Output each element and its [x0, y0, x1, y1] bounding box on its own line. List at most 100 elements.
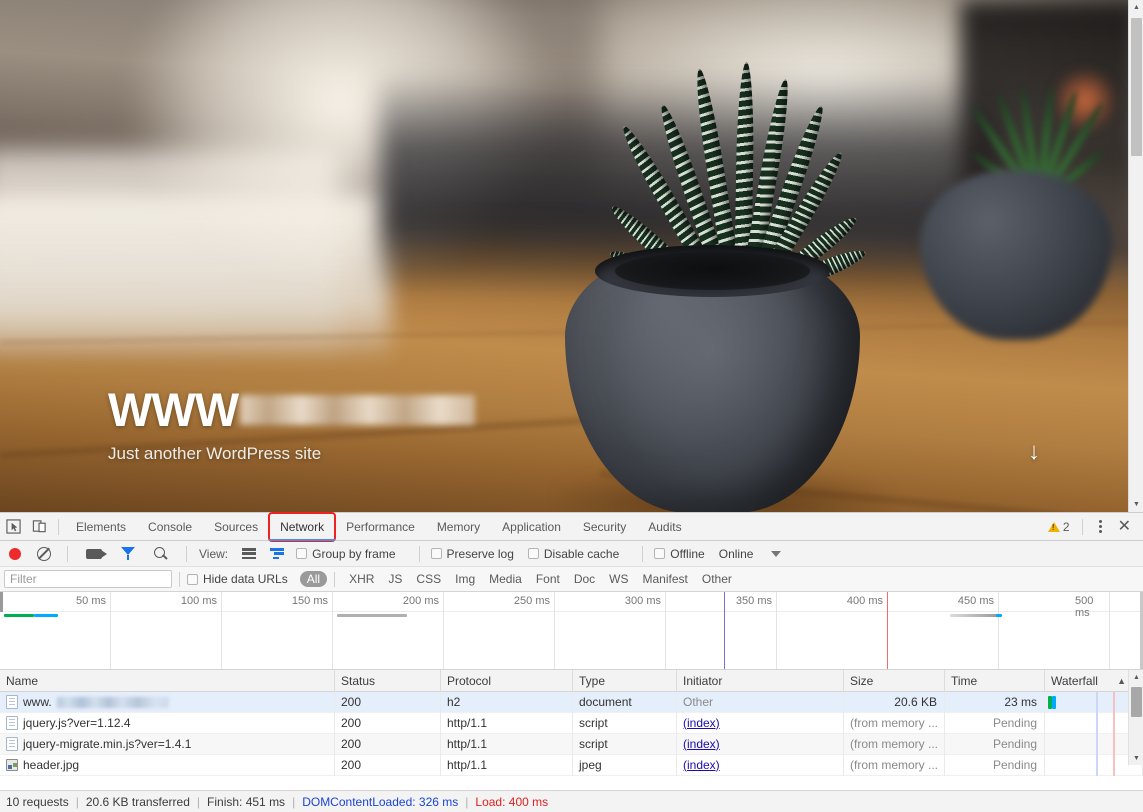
tab-network[interactable]: Network — [268, 511, 337, 542]
axis-tick-label: 300 ms — [624, 595, 661, 607]
request-time: Pending — [945, 712, 1045, 734]
column-header-time[interactable]: Time — [945, 669, 1045, 692]
table-row[interactable]: www. 200 h2 document Other 20.6 KB 23 ms — [0, 691, 1143, 713]
tab-security[interactable]: Security — [572, 513, 637, 541]
overview-left-handle[interactable] — [0, 592, 3, 612]
request-initiator[interactable]: (index) — [677, 754, 844, 776]
page-scrollbar-thumb[interactable] — [1131, 18, 1142, 156]
close-icon[interactable]: ✕ — [1112, 518, 1137, 535]
column-header-size[interactable]: Size — [844, 669, 945, 692]
page-viewport: WWW Just another WordPress site ↓ ▲ ▼ — [0, 0, 1143, 512]
filter-funnel-icon[interactable] — [121, 547, 135, 560]
request-name-redacted-block — [56, 696, 169, 708]
toolbar-divider — [186, 545, 187, 562]
request-name: jquery.js?ver=1.12.4 — [23, 715, 131, 730]
table-scrollbar[interactable]: ▲ ▼ — [1128, 670, 1143, 765]
preserve-log-checkbox[interactable]: Preserve log — [430, 547, 514, 561]
list-view-icon[interactable] — [242, 548, 257, 559]
request-name-cell[interactable]: www. — [0, 691, 335, 713]
load-event-marker — [887, 592, 888, 669]
request-name-cell[interactable]: header.jpg — [0, 754, 335, 776]
type-filter-other[interactable]: Other — [695, 571, 739, 587]
disable-cache-checkbox[interactable]: Disable cache — [527, 547, 619, 561]
scroll-down-arrow-icon[interactable]: ↓ — [1028, 440, 1040, 464]
tab-performance[interactable]: Performance — [335, 513, 426, 541]
column-header-name[interactable]: Name — [0, 669, 335, 692]
offline-checkbox[interactable]: Offline — [654, 547, 705, 561]
request-name-cell[interactable]: jquery.js?ver=1.12.4 — [0, 712, 335, 734]
filter-input[interactable] — [4, 570, 172, 588]
site-title-redacted-block — [240, 394, 476, 425]
initiator-link[interactable]: (index) — [683, 716, 720, 730]
inspect-element-icon[interactable] — [0, 514, 26, 540]
scroll-down-arrow-icon[interactable]: ▼ — [1129, 497, 1143, 512]
checkbox-icon[interactable] — [527, 548, 539, 559]
type-filter-xhr[interactable]: XHR — [342, 571, 381, 587]
request-name-cell[interactable]: jquery-migrate.min.js?ver=1.4.1 — [0, 733, 335, 755]
checkbox-icon[interactable] — [296, 548, 308, 559]
table-row[interactable]: header.jpg 200 http/1.1 jpeg (index) (fr… — [0, 754, 1143, 776]
group-by-frame-checkbox[interactable]: Group by frame — [296, 547, 396, 561]
camera-icon[interactable] — [86, 548, 107, 559]
checkbox-icon[interactable] — [430, 548, 442, 559]
site-title-text: WWW — [108, 383, 239, 436]
waterfall-bar-download — [1052, 695, 1056, 709]
gridline — [332, 592, 333, 669]
table-row[interactable]: jquery-migrate.min.js?ver=1.4.1 200 http… — [0, 733, 1143, 755]
network-overview-timeline[interactable]: 50 ms 100 ms 150 ms 200 ms 250 ms 300 ms… — [0, 592, 1143, 670]
checkbox-icon[interactable] — [187, 573, 198, 585]
document-icon — [6, 737, 18, 751]
type-filter-js[interactable]: JS — [381, 571, 409, 587]
device-toolbar-icon[interactable] — [26, 514, 52, 540]
type-filter-css[interactable]: CSS — [409, 571, 448, 587]
waterfall-dcl-line — [1096, 691, 1098, 713]
gridline — [776, 592, 777, 669]
scroll-down-arrow-icon[interactable]: ▼ — [1129, 751, 1143, 765]
request-initiator[interactable]: (index) — [677, 712, 844, 734]
request-initiator[interactable]: (index) — [677, 733, 844, 755]
tab-application[interactable]: Application — [491, 513, 572, 541]
column-header-status[interactable]: Status — [335, 669, 441, 692]
table-row[interactable]: jquery.js?ver=1.12.4 200 http/1.1 script… — [0, 712, 1143, 734]
type-filter-all[interactable]: All — [299, 571, 328, 587]
gridline — [443, 592, 444, 669]
tab-console[interactable]: Console — [137, 513, 203, 541]
scroll-up-arrow-icon[interactable]: ▲ — [1129, 0, 1143, 15]
request-name: www. — [23, 694, 52, 709]
devtools-tabbar-actions: 2 ✕ — [1047, 518, 1143, 535]
warning-badge[interactable]: 2 — [1047, 520, 1074, 534]
overview-bar-group-1 — [337, 614, 407, 617]
gridline — [1109, 592, 1110, 669]
scroll-up-arrow-icon[interactable]: ▲ — [1129, 670, 1143, 684]
clear-icon[interactable] — [37, 546, 51, 561]
warning-triangle-icon — [1047, 521, 1060, 532]
column-header-type[interactable]: Type — [573, 669, 677, 692]
hide-data-urls-checkbox[interactable]: Hide data URLs — [187, 572, 288, 586]
tab-elements[interactable]: Elements — [65, 513, 137, 541]
column-header-protocol[interactable]: Protocol — [441, 669, 573, 692]
type-filter-img[interactable]: Img — [448, 571, 482, 587]
type-filter-font[interactable]: Font — [529, 571, 567, 587]
tab-sources[interactable]: Sources — [203, 513, 269, 541]
record-button[interactable] — [9, 547, 21, 560]
type-filter-ws[interactable]: WS — [602, 571, 635, 587]
request-type: jpeg — [573, 754, 677, 776]
initiator-link[interactable]: (index) — [683, 737, 720, 751]
table-scrollbar-thumb[interactable] — [1131, 687, 1142, 717]
column-header-initiator[interactable]: Initiator — [677, 669, 844, 692]
filter-divider — [179, 571, 180, 587]
waterfall-view-icon[interactable] — [270, 548, 285, 559]
search-icon[interactable] — [154, 546, 168, 561]
tab-memory[interactable]: Memory — [426, 513, 491, 541]
requests-table: Name Status Protocol Type Initiator Size… — [0, 669, 1143, 776]
tab-audits[interactable]: Audits — [637, 513, 692, 541]
type-filter-media[interactable]: Media — [482, 571, 529, 587]
type-filter-manifest[interactable]: Manifest — [636, 571, 695, 587]
type-filter-doc[interactable]: Doc — [567, 571, 602, 587]
initiator-link[interactable]: (index) — [683, 758, 720, 772]
chevron-down-icon[interactable] — [771, 550, 782, 557]
checkbox-icon[interactable] — [654, 548, 666, 559]
more-options-icon[interactable] — [1091, 520, 1110, 533]
page-scrollbar[interactable]: ▲ ▼ — [1128, 0, 1143, 512]
throttling-select-value[interactable]: Online — [719, 547, 754, 561]
